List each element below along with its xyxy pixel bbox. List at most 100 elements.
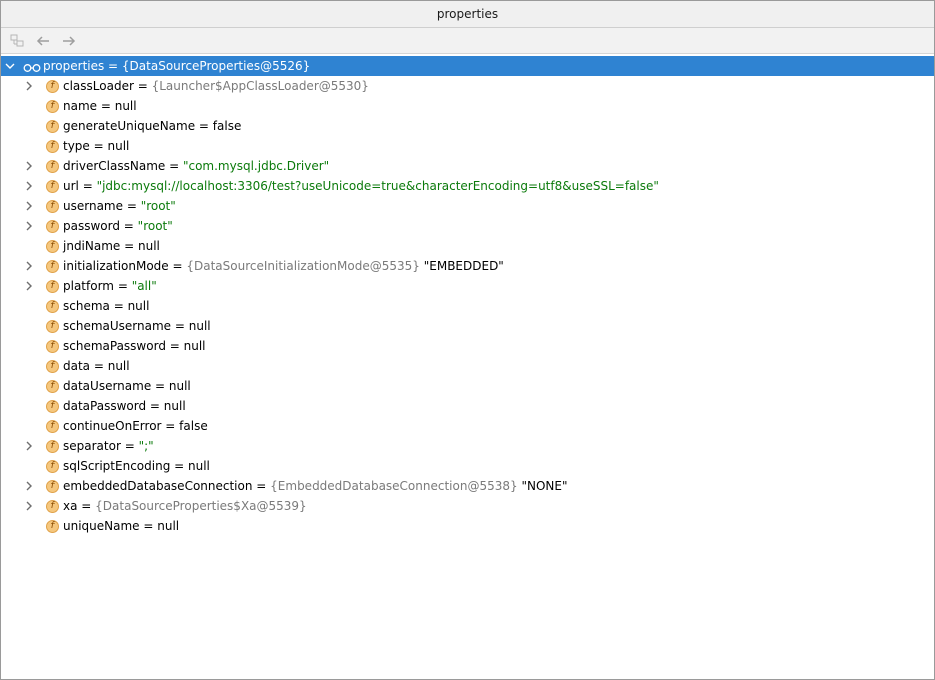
chevron-right-icon[interactable] — [23, 200, 35, 212]
back-arrow-icon[interactable] — [33, 31, 53, 51]
tree-row-dataUsername[interactable]: f dataUsername = null — [1, 376, 934, 396]
field-value: "com.mysql.jdbc.Driver" — [182, 159, 330, 173]
field-value: null — [107, 359, 130, 373]
chevron-right-icon[interactable] — [23, 260, 35, 272]
field-name: dataUsername — [63, 379, 152, 393]
field-name: separator — [63, 439, 121, 453]
tree-row-platform[interactable]: f platform = "all" — [1, 276, 934, 296]
chevron-right-icon[interactable] — [23, 440, 35, 452]
chevron-right-icon[interactable] — [23, 160, 35, 172]
field-badge-icon: f — [46, 180, 59, 193]
layout-icon[interactable] — [7, 31, 27, 51]
field-value: null — [168, 379, 191, 393]
field-equals: = — [171, 319, 189, 333]
field-value: null — [107, 139, 130, 153]
field-equals: = — [90, 359, 108, 373]
tree-row-sqlScriptEncoding[interactable]: f sqlScriptEncoding = null — [1, 456, 934, 476]
field-object-ref: {Launcher$AppClassLoader@5530} — [151, 79, 369, 93]
field-name: generateUniqueName — [63, 119, 196, 133]
chevron-right-icon[interactable] — [23, 500, 35, 512]
field-badge-icon: f — [46, 520, 59, 533]
tree-row-dataPassword[interactable]: f dataPassword = null — [1, 396, 934, 416]
watch-glasses-icon — [23, 60, 41, 72]
field-equals: = — [77, 499, 96, 513]
chevron-right-icon[interactable] — [23, 80, 35, 92]
field-badge-icon: f — [46, 320, 59, 333]
field-badge-icon: f — [46, 400, 59, 413]
field-value: null — [188, 459, 210, 473]
field-name: password — [63, 219, 120, 233]
tree-row-continueOnError[interactable]: f continueOnError = false — [1, 416, 934, 436]
field-value: ";" — [138, 439, 154, 453]
field-value: null — [137, 239, 160, 253]
field-name: initializationMode — [63, 259, 169, 273]
tree-row-username[interactable]: f username = "root" — [1, 196, 934, 216]
field-equals: = — [109, 299, 128, 313]
field-badge-icon: f — [46, 480, 59, 493]
field-value: "root" — [140, 199, 176, 213]
tree-row-separator[interactable]: f separator = ";" — [1, 436, 934, 456]
chevron-right-icon[interactable] — [23, 180, 35, 192]
tree-row-generateUniqueName[interactable]: f generateUniqueName = false — [1, 116, 934, 136]
field-name: embeddedDatabaseConnection — [63, 479, 253, 493]
field-value: "root" — [137, 219, 173, 233]
field-name: data — [63, 359, 91, 373]
field-value: null — [163, 399, 186, 413]
field-value: "NONE" — [517, 479, 568, 493]
chevron-down-icon[interactable] — [4, 60, 16, 72]
tree-row-schema[interactable]: f schema = null — [1, 296, 934, 316]
tree-row-driverClassName[interactable]: f driverClassName = "com.mysql.jdbc.Drive… — [1, 156, 934, 176]
field-equals: = — [119, 219, 138, 233]
tree-row-embeddedDatabaseConnection[interactable]: f embeddedDatabaseConnection = {EmbeddedD… — [1, 476, 934, 496]
field-equals: = — [170, 459, 188, 473]
variables-tree: properties = {DataSourceProperties@5526}… — [1, 56, 934, 536]
tree-row-xa[interactable]: f xa = {DataSourceProperties$Xa@5539} — [1, 496, 934, 516]
field-value: false — [212, 119, 242, 133]
tree-row-classLoader[interactable]: f classLoader = {Launcher$AppClassLoader@… — [1, 76, 934, 96]
field-equals: = — [120, 439, 139, 453]
field-equals: = — [120, 239, 138, 253]
tree-row-initializationMode[interactable]: f initializationMode = {DataSourceInitial… — [1, 256, 934, 276]
tree-row-jndiName[interactable]: f jndiName = null — [1, 236, 934, 256]
field-badge-icon: f — [46, 500, 59, 513]
window-title: properties — [1, 1, 934, 28]
field-value: null — [127, 299, 150, 313]
tree-row-schemaUsername[interactable]: f schemaUsername = null — [1, 316, 934, 336]
tree-row-url[interactable]: f url = "jdbc:mysql://localhost:3306/test… — [1, 176, 934, 196]
field-badge-icon: f — [46, 440, 59, 453]
field-badge-icon: f — [46, 80, 59, 93]
field-object-ref: {EmbeddedDatabaseConnection@5538} — [270, 479, 518, 493]
root-object-ref: {DataSourceProperties@5526} — [121, 59, 311, 73]
field-badge-icon: f — [46, 360, 59, 373]
field-name: schema — [63, 299, 110, 313]
field-name: url — [63, 179, 79, 193]
field-value: null — [157, 519, 180, 533]
field-name: continueOnError — [63, 419, 162, 433]
field-name: driverClassName — [63, 159, 166, 173]
field-equals: = — [161, 419, 180, 433]
field-badge-icon: f — [46, 460, 59, 473]
chevron-right-icon[interactable] — [23, 480, 35, 492]
field-name: username — [63, 199, 123, 213]
field-name: jndiName — [63, 239, 121, 253]
tree-row-password[interactable]: f password = "root" — [1, 216, 934, 236]
chevron-right-icon[interactable] — [23, 280, 35, 292]
toolbar — [1, 28, 934, 54]
field-equals: = — [168, 259, 187, 273]
field-equals: = — [165, 159, 183, 173]
field-name: classLoader — [63, 79, 134, 93]
tree-row-type[interactable]: f type = null — [1, 136, 934, 156]
tree-row-data[interactable]: f data = null — [1, 356, 934, 376]
field-equals: = — [114, 279, 132, 293]
field-equals: = — [195, 119, 213, 133]
tree-row-name[interactable]: f name = null — [1, 96, 934, 116]
tree-root-row[interactable]: properties = {DataSourceProperties@5526} — [1, 56, 934, 76]
field-name: schemaUsername — [63, 319, 172, 333]
field-value: "jdbc:mysql://localhost:3306/test?useUni… — [96, 179, 659, 193]
tree-row-schemaPassword[interactable]: f schemaPassword = null — [1, 336, 934, 356]
forward-arrow-icon[interactable] — [59, 31, 79, 51]
field-name: name — [63, 99, 98, 113]
chevron-right-icon[interactable] — [23, 220, 35, 232]
field-badge-icon: f — [46, 280, 59, 293]
tree-row-uniqueName[interactable]: f uniqueName = null — [1, 516, 934, 536]
